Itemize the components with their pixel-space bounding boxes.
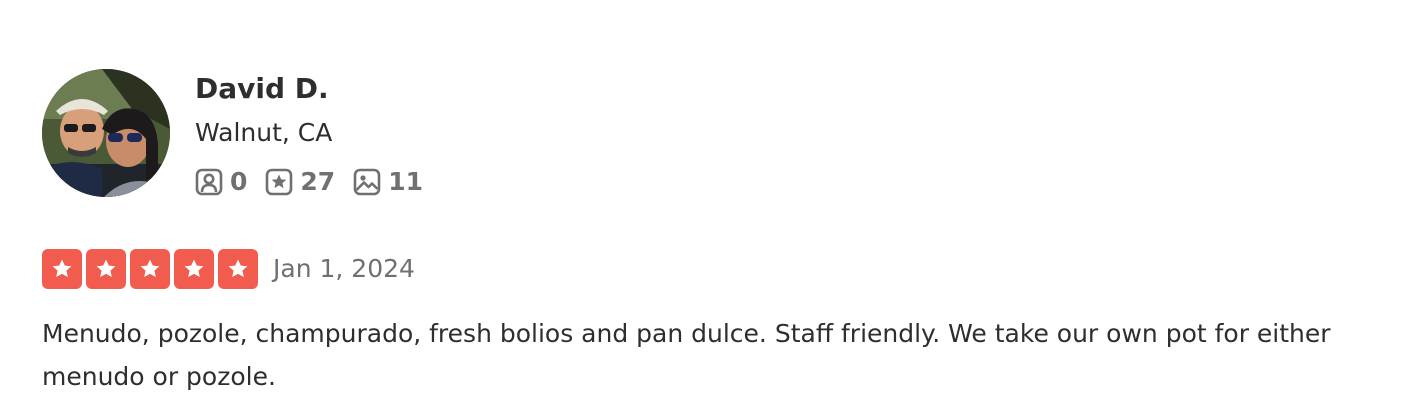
review-card: David D. Walnut, CA 0 27 11 Jan 1, 2024 … xyxy=(0,0,1422,418)
reviews-stat: 27 xyxy=(265,167,335,197)
star-rating xyxy=(42,249,258,289)
friends-count: 0 xyxy=(230,167,248,196)
rating-row: Jan 1, 2024 xyxy=(42,249,415,289)
star-icon xyxy=(42,249,82,289)
user-name[interactable]: David D. xyxy=(195,71,329,107)
star-icon xyxy=(86,249,126,289)
star-icon xyxy=(218,249,258,289)
star-icon xyxy=(174,249,214,289)
friends-stat: 0 xyxy=(195,167,247,197)
review-date: Jan 1, 2024 xyxy=(273,254,415,283)
reviews-count: 27 xyxy=(300,167,336,196)
avatar[interactable] xyxy=(42,69,170,197)
review-text: Menudo, pozole, champurado, fresh bolios… xyxy=(42,319,1331,391)
friends-icon xyxy=(195,168,223,196)
user-location: Walnut, CA xyxy=(195,118,333,147)
photos-stat: 11 xyxy=(353,167,423,197)
photo-icon xyxy=(353,168,381,196)
photos-count: 11 xyxy=(388,167,423,196)
user-stats: 0 27 11 xyxy=(195,166,441,198)
review-star-icon xyxy=(265,168,293,196)
star-icon xyxy=(130,249,170,289)
